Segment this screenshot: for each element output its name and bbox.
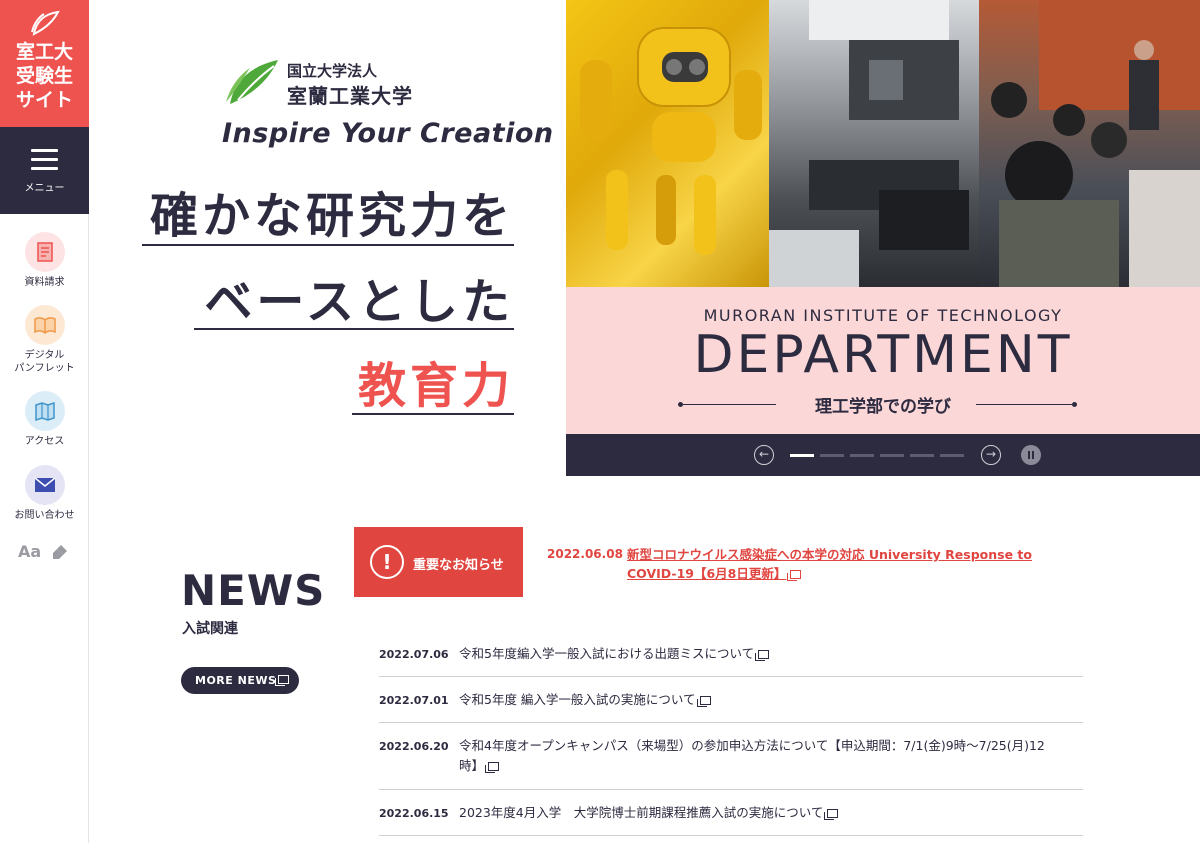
news-date: 2022.07.01 <box>379 694 449 707</box>
external-link-icon <box>824 809 839 820</box>
news-date: 2022.06.15 <box>379 807 449 820</box>
site-title-line: 室工大 <box>15 41 73 63</box>
hamburger-icon <box>31 149 58 170</box>
important-notice-label: 重要なお知らせ <box>413 558 504 573</box>
catch-underline <box>352 413 514 415</box>
machine-photo <box>769 0 979 287</box>
classroom-photo <box>979 0 1200 287</box>
catch-underline <box>194 328 514 330</box>
arrow-right-icon[interactable]: → <box>981 445 1001 465</box>
external-link-icon <box>275 675 289 686</box>
news-title: 令和4年度オープンキャンパス（来場型）の参加申込方法について【申込期間：7/1(… <box>459 738 1045 773</box>
news-title: 2023年度4月入学 大学院博士前期課程推薦入試の実施について <box>459 805 824 820</box>
sidebar-item-label: 資料請求 <box>24 277 65 288</box>
slide-caption-panel: MURORAN INSTITUTE OF TECHNOLOGY DEPARTME… <box>566 287 1200 434</box>
news-title-wrap: 令和5年度 編入学一般入試の実施について <box>459 690 1059 710</box>
document-icon <box>25 232 65 272</box>
news-date: 2022.07.06 <box>379 648 449 661</box>
news-title-wrap: 令和5年度編入学一般入試における出題ミスについて <box>459 644 1059 664</box>
site-title-line: 受験生 <box>15 65 73 87</box>
university-logo[interactable]: 国立大学法人 室蘭工業大学 <box>224 58 444 108</box>
sidebar-item-label: アクセス <box>24 436 65 447</box>
external-link-icon <box>696 696 711 707</box>
catchphrase-line2: ベースとした <box>204 274 514 330</box>
catchphrase-line3: 教育力 <box>357 358 514 414</box>
news-title: 令和5年度編入学一般入試における出題ミスについて <box>459 646 755 661</box>
news-title-wrap: 2023年度4月入学 大学院博士前期課程推薦入試の実施について <box>459 803 1059 823</box>
mail-icon <box>25 465 65 505</box>
map-icon <box>25 391 65 431</box>
sidebar-item-label: お問い合わせ <box>14 510 75 521</box>
slide-subtitle: MURORAN INSTITUTE OF TECHNOLOGY <box>703 306 1063 325</box>
brush-icon[interactable] <box>51 543 69 561</box>
more-news-button[interactable]: MORE NEWS <box>181 667 299 694</box>
news-item[interactable]: 2022.06.20 令和4年度オープンキャンパス（来場型）の参加申込方法につい… <box>379 723 1083 790</box>
news-heading: NEWS <box>181 566 326 615</box>
arrow-left-icon[interactable]: ← <box>754 445 774 465</box>
menu-label: メニュー <box>24 183 65 194</box>
logo-line1: 国立大学法人 <box>287 62 378 80</box>
font-size-button[interactable]: Aa <box>18 542 41 561</box>
display-tools: Aa <box>18 542 78 564</box>
site-title: 室工大 受験生 サイト <box>0 40 89 112</box>
slide-title: DEPARTMENT <box>693 325 1073 385</box>
slide-indicator[interactable] <box>940 454 964 457</box>
news-item[interactable]: 2022.07.06 令和5年度編入学一般入試における出題ミスについて <box>379 632 1083 677</box>
sidebar-item-label: デジタル パンフレット <box>14 350 75 374</box>
catch-underline <box>142 244 514 246</box>
news-title: 令和5年度 編入学一般入試の実施について <box>459 692 696 707</box>
news-date: 2022.06.20 <box>379 740 449 753</box>
alert-link[interactable]: 新型コロナウイルス感染症への本学の対応 University Response … <box>627 545 1057 583</box>
slide-indicator[interactable] <box>790 454 814 457</box>
news-title-wrap: 令和4年度オープンキャンパス（来場型）の参加申込方法について【申込期間：7/1(… <box>459 736 1049 776</box>
external-link-icon <box>485 762 500 773</box>
leaf-logo-icon <box>31 10 60 36</box>
alert-link-text: 新型コロナウイルス感染症への本学の対応 University Response … <box>627 547 1032 581</box>
sidebar: 室工大 受験生 サイト メニュー 資料請求 デジタル パンフレット アクセス お… <box>0 0 89 843</box>
slide-indicator[interactable] <box>850 454 874 457</box>
leaf-logo-icon <box>226 60 278 104</box>
news-list: 2022.07.06 令和5年度編入学一般入試における出題ミスについて 2022… <box>379 632 1083 836</box>
book-icon <box>25 305 65 345</box>
hero-slider[interactable]: MURORAN INSTITUTE OF TECHNOLOGY DEPARTME… <box>566 0 1200 476</box>
news-item[interactable]: 2022.07.01 令和5年度 編入学一般入試の実施について <box>379 677 1083 723</box>
slide-indicator[interactable] <box>910 454 934 457</box>
divider-line <box>976 404 1074 405</box>
slide-indicator[interactable] <box>820 454 844 457</box>
robot-photo <box>566 0 769 287</box>
site-title-line: サイト <box>15 89 73 111</box>
slide-indicator[interactable] <box>880 454 904 457</box>
logo-line2: 室蘭工業大学 <box>287 84 413 108</box>
news-item[interactable]: 2022.06.15 2023年度4月入学 大学院博士前期課程推薦入試の実施につ… <box>379 790 1083 836</box>
external-link-icon <box>755 650 770 661</box>
tagline: Inspire Your Creation <box>222 118 554 149</box>
external-link-icon <box>787 570 802 581</box>
pause-icon[interactable] <box>1021 445 1041 465</box>
slider-controls: ← → <box>566 434 1200 476</box>
alert-date: 2022.06.08 <box>547 547 623 561</box>
site-title-block[interactable]: 室工大 受験生 サイト <box>0 0 89 127</box>
more-news-label: MORE NEWS <box>195 674 277 687</box>
divider-dot <box>1072 402 1077 407</box>
news-subheading: 入試関連 <box>182 621 238 637</box>
exclamation-icon: ! <box>370 545 404 579</box>
slide-caption: 理工学部での学び <box>815 397 951 417</box>
important-notice-button[interactable]: ! 重要なお知らせ <box>354 527 523 597</box>
catchphrase-line1: 確かな研究力を <box>149 188 514 244</box>
menu-button[interactable]: メニュー <box>0 127 89 214</box>
